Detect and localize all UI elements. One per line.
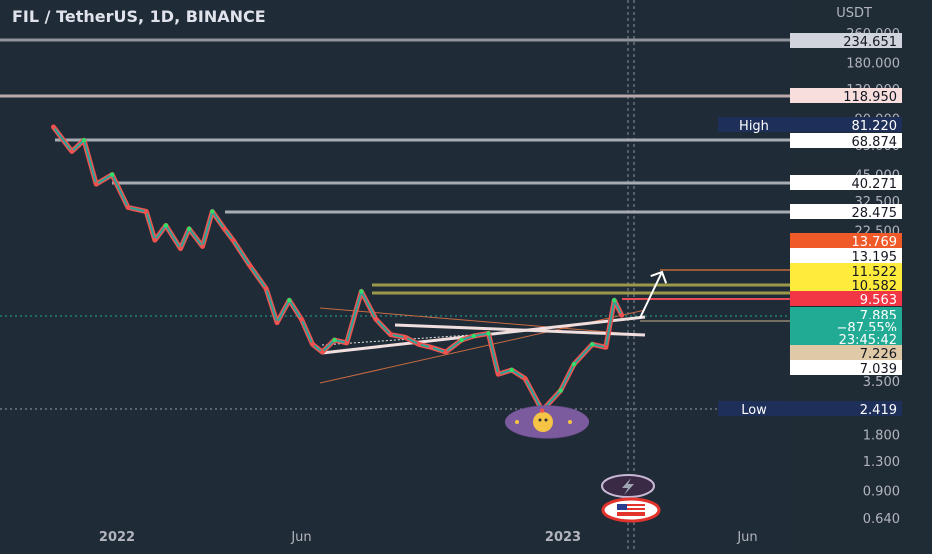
price-point — [51, 124, 56, 130]
price-point — [248, 263, 253, 269]
x-tick-label: 2023 — [545, 530, 581, 545]
price-tag-label: Low — [741, 403, 767, 418]
price-point — [320, 349, 325, 355]
price-point — [359, 289, 364, 294]
price-point — [373, 317, 379, 322]
price-tag-label: High — [739, 119, 769, 134]
price-point — [486, 331, 491, 336]
price-label-value: 28.475 — [852, 206, 898, 221]
x-tick-label: 2022 — [99, 530, 135, 545]
low-marker-badge — [505, 405, 589, 439]
price-point — [163, 223, 169, 228]
price-label-value: 9.563 — [860, 293, 897, 308]
price-point — [403, 335, 408, 340]
price-label-value: 68.874 — [852, 135, 898, 150]
price-point — [210, 209, 215, 214]
chart-title: FIL / TetherUS, 1D, BINANCE — [12, 7, 266, 26]
price-label: 118.950 — [790, 88, 902, 105]
price-point — [144, 209, 149, 214]
price-point — [590, 342, 595, 347]
y-tick-label: 0.900 — [863, 484, 900, 499]
y-tick-label: 1.800 — [863, 429, 900, 444]
price-point — [287, 298, 292, 303]
price-point — [416, 342, 421, 347]
flag-badge — [601, 497, 661, 523]
price-point — [459, 337, 464, 343]
y-tick-label: 1.300 — [863, 455, 900, 470]
price-point — [274, 320, 280, 325]
price-point — [471, 333, 476, 339]
price-label-value: 40.271 — [852, 177, 898, 192]
price-label: 13.195 — [790, 248, 902, 265]
price-label-value: 13.195 — [852, 250, 898, 265]
price-label-value: 13.769 — [852, 235, 898, 250]
price-point — [299, 317, 304, 322]
price-chart[interactable]: FIL / TetherUS, 1D, BINANCE USDT 260.000… — [0, 0, 932, 550]
price-label: 81.220 High — [718, 117, 902, 134]
price-point — [428, 345, 434, 350]
price-point — [558, 388, 563, 393]
price-point — [612, 298, 617, 303]
price-point — [522, 376, 528, 381]
price-point — [178, 246, 183, 251]
price-point — [332, 337, 337, 343]
price-point — [571, 362, 577, 367]
price-label-value: 234.651 — [843, 35, 897, 50]
lightning-badge — [601, 474, 655, 498]
y-tick-label: 3.500 — [863, 375, 900, 390]
y-tick-label: 180.000 — [846, 57, 900, 72]
price-label-value: 2.419 — [860, 403, 897, 418]
price-point — [81, 138, 87, 143]
price-point — [69, 149, 75, 154]
price-point — [603, 345, 608, 350]
price-label-value: 81.220 — [852, 119, 898, 134]
price-label: 28.475 — [790, 204, 902, 221]
price-label: 68.874 — [790, 133, 902, 150]
price-point — [496, 372, 501, 377]
price-label: 13.769 — [790, 233, 902, 250]
price-label: 40.271 — [790, 175, 902, 192]
price-point — [222, 226, 227, 231]
price-point — [263, 286, 269, 291]
price-label: 9.563 — [790, 291, 902, 308]
price-point — [619, 313, 624, 318]
price-point — [540, 408, 545, 413]
price-point — [109, 172, 115, 177]
price-label-value: 118.950 — [843, 90, 897, 105]
price-point — [94, 181, 99, 187]
price-point — [310, 342, 315, 347]
face-icon — [533, 412, 553, 432]
price-point — [125, 205, 131, 210]
price-point — [388, 332, 393, 337]
x-tick-label: Jun — [290, 530, 311, 545]
price-point — [230, 237, 236, 243]
price-point — [152, 237, 158, 243]
chart[interactable]: FIL / TetherUS, 1D, BINANCE USDT 260.000… — [0, 0, 932, 550]
price-point — [443, 349, 448, 355]
price-label: 234.651 — [790, 33, 902, 50]
price-label: 7.226 — [790, 345, 902, 362]
price-point — [200, 244, 205, 249]
price-label-value: 7.226 — [860, 347, 897, 362]
currency-label: USDT — [836, 6, 872, 21]
price-label-value: 7.039 — [860, 362, 897, 377]
price-point — [186, 226, 192, 231]
price-label: 7.039 — [790, 360, 902, 377]
x-tick-label: Jun — [736, 530, 757, 545]
y-tick-label: 0.640 — [863, 512, 900, 527]
price-point — [509, 367, 514, 373]
price-point — [344, 340, 349, 346]
price-label: 2.419 Low — [718, 401, 902, 418]
